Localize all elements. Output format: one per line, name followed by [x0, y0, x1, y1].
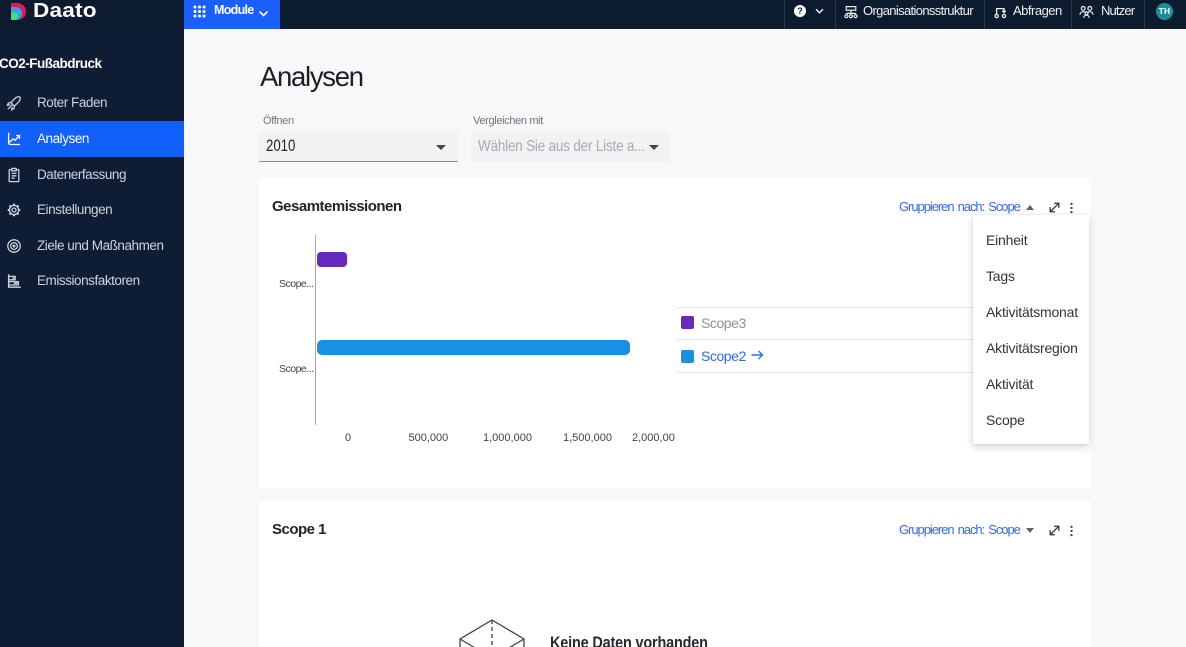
- svg-text:?: ?: [797, 6, 803, 16]
